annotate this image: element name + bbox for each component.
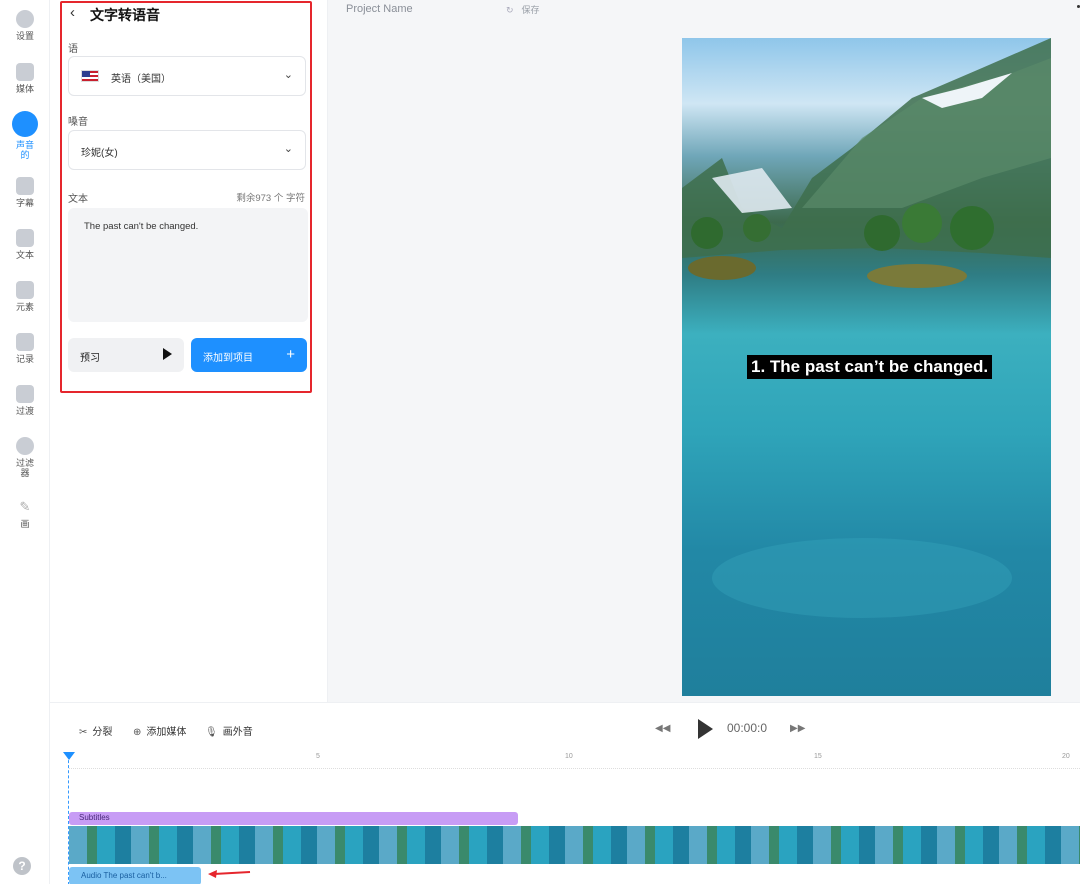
video-track[interactable] — [69, 826, 1080, 864]
text-label: 文本 — [68, 194, 88, 205]
sync-icon: ↻ — [506, 5, 514, 15]
mic-icon: 🎙 — [205, 727, 218, 738]
tick-label: 20 — [1062, 753, 1070, 760]
play-icon — [163, 348, 172, 360]
text-icon — [16, 229, 34, 247]
subtitle-overlay[interactable]: 1. The past can’t be changed. — [747, 355, 993, 379]
rail-item-record[interactable]: 记录 — [0, 333, 50, 364]
add-media-button[interactable]: ⊕ 添加媒体 — [133, 723, 186, 738]
rail-item-filters[interactable]: 过滤器 — [0, 437, 50, 478]
playhead[interactable] — [68, 755, 69, 884]
text-to-speech-panel: ‹ 文字转语音 语 英语（美国） ⌄ 嗓音 珍妮(女) ⌄ 文本 剩余973 个… — [50, 0, 328, 702]
tick-label: 15 — [814, 753, 822, 760]
voiceover-label: 画外音 — [222, 727, 253, 738]
preview-label: 预习 — [80, 353, 100, 364]
rail-label: 过渡 — [15, 406, 34, 416]
rail-item-text[interactable]: 文本 — [0, 229, 50, 260]
settings-icon — [16, 10, 34, 28]
text-input[interactable]: The past can't be changed. — [68, 208, 308, 322]
skip-forward-icon[interactable]: ▶▶ — [790, 723, 805, 734]
rail-label: 声音的 — [15, 140, 34, 160]
elements-icon — [16, 281, 34, 299]
voice-select[interactable]: 珍妮(女) ⌄ — [68, 130, 306, 170]
char-counter: 剩余973 个 字符 — [236, 193, 305, 204]
tick-label: 5 — [316, 753, 320, 760]
rail-item-media[interactable]: 媒体 — [0, 63, 50, 94]
add-label: 添加到项目 — [203, 353, 253, 364]
preview-button[interactable]: 预习 — [68, 338, 184, 372]
rail-label: 文本 — [15, 250, 34, 260]
skip-back-icon[interactable]: ◀◀ — [655, 723, 670, 734]
rail-label: 字幕 — [15, 198, 34, 208]
scissors-icon: ✂ — [79, 727, 88, 738]
language-select[interactable]: 英语（美国） ⌄ — [68, 56, 306, 96]
save-label: 保存 — [521, 5, 540, 15]
transitions-icon — [16, 385, 34, 403]
time-display: 00:00:0 — [727, 721, 768, 735]
voiceover-button[interactable]: 🎙 画外音 — [205, 723, 253, 738]
timeline-ruler[interactable] — [69, 755, 1080, 769]
split-button[interactable]: ✂ 分裂 — [79, 723, 112, 738]
audio-track[interactable]: Audio The past can't b... — [69, 867, 201, 884]
rail-item-settings[interactable]: 设置 — [0, 10, 50, 41]
language-label: 语 — [68, 44, 78, 55]
rail-label: 画 — [20, 519, 30, 529]
media-icon — [16, 63, 34, 81]
us-flag-icon — [81, 70, 99, 82]
tick-label: 10 — [565, 753, 573, 760]
rail-item-subtitles[interactable]: 字幕 — [0, 177, 50, 208]
voice-value: 珍妮(女) — [81, 148, 118, 159]
left-rail: 设置 媒体 声音的 字幕 文本 元素 记录 过渡 过滤器 ✎ 画 ? — [0, 0, 50, 884]
audio-track-label: Audio The past can't b... — [81, 871, 167, 880]
rail-item-draw[interactable]: ✎ 画 — [0, 498, 50, 529]
language-value: 英语（美国） — [111, 74, 171, 85]
record-icon — [16, 333, 34, 351]
timeline: ✂ 分裂 ⊕ 添加媒体 🎙 画外音 ◀◀ 00:00:0 ▶▶ 5 10 15 20 … — [50, 702, 1080, 884]
rail-item-elements[interactable]: 元素 — [0, 281, 50, 312]
add-to-project-button[interactable]: 添加到项目 + — [191, 338, 307, 372]
draw-icon: ✎ — [19, 499, 31, 514]
subtitles-track-label: Subtitles — [79, 813, 110, 822]
rail-item-audio[interactable]: 声音的 — [0, 111, 50, 160]
chevron-down-icon: ⌄ — [283, 69, 293, 81]
chevron-down-icon: ⌄ — [283, 143, 293, 155]
help-icon[interactable]: ? — [13, 857, 31, 875]
playhead-handle-icon[interactable] — [63, 752, 75, 760]
rail-label: 元素 — [15, 302, 34, 312]
subtitles-icon — [16, 177, 34, 195]
plus-icon: + — [286, 346, 295, 363]
rail-label: 媒体 — [15, 84, 34, 94]
rail-label: 过滤器 — [15, 458, 34, 478]
filters-icon — [16, 437, 34, 455]
project-name[interactable]: Project Name — [346, 3, 413, 15]
rail-item-transitions[interactable]: 过渡 — [0, 385, 50, 416]
red-arrow-icon — [208, 870, 251, 878]
save-status[interactable]: ↻ 保存 — [506, 3, 540, 16]
rail-label: 记录 — [15, 354, 34, 364]
subtitles-track[interactable]: Subtitles — [69, 812, 518, 825]
panel-title: 文字转语音 — [90, 7, 160, 23]
rail-label: 设置 — [15, 31, 34, 41]
add-media-label: 添加媒体 — [146, 727, 187, 738]
play-icon[interactable] — [698, 719, 713, 739]
music-note-icon — [12, 111, 38, 137]
voice-label: 嗓音 — [68, 117, 88, 128]
back-arrow-icon[interactable]: ‹ — [70, 4, 75, 21]
split-label: 分裂 — [92, 727, 113, 738]
add-circle-icon: ⊕ — [133, 727, 142, 738]
